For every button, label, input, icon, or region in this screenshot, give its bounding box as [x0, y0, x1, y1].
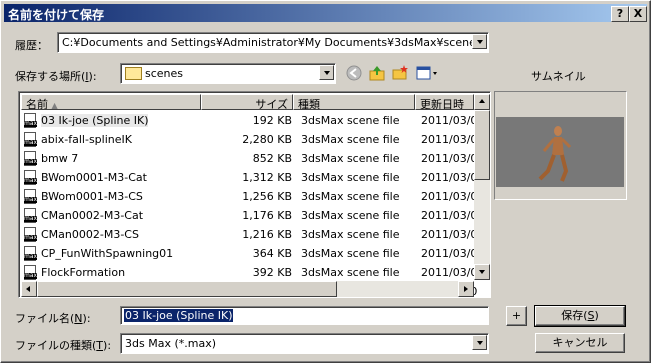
vertical-scrollbar[interactable]	[474, 94, 490, 280]
max-file-icon	[24, 113, 38, 128]
file-type: 3dsMax scene file	[301, 190, 400, 203]
file-size: 2,280 KB	[242, 133, 292, 146]
filetype-combo[interactable]: 3ds Max (*.max)	[120, 333, 489, 354]
save-in-value: scenes	[145, 67, 184, 80]
file-type: 3dsMax scene file	[301, 266, 400, 279]
folder-icon	[125, 67, 142, 80]
file-name: CMan0002-M3-CS	[41, 228, 139, 241]
file-size: 392 KB	[252, 266, 292, 279]
file-name: abix-fall-splineIK	[41, 133, 132, 146]
file-name: CP_FunWithSpawning01	[41, 247, 174, 260]
chevron-down-icon[interactable]	[319, 65, 334, 80]
h-scroll-thumb[interactable]	[37, 281, 337, 297]
save-in-combo[interactable]: scenes	[120, 63, 336, 84]
save-as-dialog: 名前を付けて保存 ? X 履歴： C:¥Documents and Settin…	[0, 0, 651, 363]
scroll-left-arrow[interactable]	[21, 281, 37, 297]
file-size: 192 KB	[252, 114, 292, 127]
view-menu-icon[interactable]	[415, 64, 439, 82]
thumbnail-label: サムネイル	[531, 70, 586, 83]
file-row[interactable]: abix-fall-splineIK 2,280 KB 3dsMax scene f…	[21, 130, 478, 149]
file-row[interactable]: CP_FunWithSpawning01 364 KB 3dsMax scene f…	[21, 244, 478, 263]
file-name: CMan0002-M3-Cat	[41, 209, 144, 222]
file-date: 2011/03/0	[421, 190, 478, 203]
scroll-right-arrow[interactable]	[458, 281, 474, 297]
file-row[interactable]: BWom0001-M3-Cat 1,312 KB 3dsMax scene file…	[21, 168, 478, 187]
filename-input[interactable]: 03 Ik-joe (Spline IK)	[120, 306, 489, 325]
column-header-type[interactable]: 種類	[293, 94, 415, 110]
file-name: BWom0001-M3-Cat	[41, 171, 147, 184]
history-label: 履歴：	[15, 39, 48, 52]
file-row[interactable]: FlockFormation 392 KB 3dsMax scene file 201…	[21, 263, 478, 282]
close-button[interactable]: X	[629, 6, 647, 22]
new-folder-icon[interactable]	[391, 64, 409, 82]
plus-button[interactable]: +	[506, 306, 527, 326]
file-size: 1,256 KB	[242, 190, 292, 203]
scroll-up-arrow[interactable]	[474, 94, 490, 110]
max-file-icon	[24, 132, 38, 147]
file-name: FlockFormation	[41, 266, 126, 279]
max-file-icon	[24, 189, 38, 204]
filetype-value: 3ds Max (*.max)	[125, 337, 216, 350]
file-type: 3dsMax scene file	[301, 247, 400, 260]
file-date: 2011/03/0	[421, 114, 478, 127]
filename-label: ファイル名(N):	[15, 312, 91, 325]
max-file-icon	[24, 170, 38, 185]
file-type: 3dsMax scene file	[301, 114, 400, 127]
file-size: 1,312 KB	[242, 171, 292, 184]
chevron-down-icon[interactable]	[472, 34, 487, 49]
up-folder-icon[interactable]	[368, 64, 386, 82]
character-figure-icon	[538, 126, 572, 182]
max-file-icon	[24, 151, 38, 166]
column-header-size[interactable]: サイズ	[201, 94, 293, 110]
thumbnail-image	[496, 117, 624, 187]
file-type: 3dsMax scene file	[301, 133, 400, 146]
file-date: 2011/03/0	[421, 266, 478, 279]
file-type: 3dsMax scene file	[301, 152, 400, 165]
save-button[interactable]: 保存(S)	[534, 305, 626, 327]
history-value: C:¥Documents and Settings¥Administrator¥…	[62, 36, 482, 49]
scroll-down-arrow[interactable]	[474, 264, 490, 280]
help-button[interactable]: ?	[611, 6, 629, 22]
file-row[interactable]: BWom0001-M3-CS 1,256 KB 3dsMax scene file 2…	[21, 187, 478, 206]
horizontal-scrollbar[interactable]	[21, 281, 474, 297]
file-size: 1,216 KB	[242, 228, 292, 241]
file-type: 3dsMax scene file	[301, 209, 400, 222]
file-date: 2011/03/0	[421, 152, 478, 165]
file-type: 3dsMax scene file	[301, 228, 400, 241]
max-file-icon	[24, 227, 38, 242]
file-date: 2011/03/0	[421, 171, 478, 184]
file-name: 03 Ik-joe (Spline IK)	[41, 114, 149, 127]
file-row[interactable]: bmw 7 852 KB 3dsMax scene file 2011/03/0	[21, 149, 478, 168]
file-size: 852 KB	[252, 152, 292, 165]
file-date: 2011/03/0	[421, 247, 478, 260]
title-bar: 名前を付けて保存 ? X	[4, 4, 647, 22]
file-list[interactable]: 名前 ▲ サイズ 種類 更新日時 03 Ik-joe (Spline IK) 19…	[18, 91, 491, 298]
back-icon[interactable]	[345, 64, 363, 82]
file-date: 2011/03/0	[421, 228, 478, 241]
column-header-name[interactable]: 名前 ▲	[21, 94, 201, 110]
column-header-date[interactable]: 更新日時	[415, 94, 474, 110]
filename-value: 03 Ik-joe (Spline IK)	[124, 309, 234, 322]
max-file-icon	[24, 208, 38, 223]
file-row[interactable]: 03 Ik-joe (Spline IK) 192 KB 3dsMax scene …	[21, 111, 478, 130]
thumbnail-preview	[494, 91, 627, 200]
file-name: bmw 7	[41, 152, 79, 165]
max-file-icon	[24, 265, 38, 280]
file-row[interactable]: CMan0002-M3-Cat 1,176 KB 3dsMax scene file…	[21, 206, 478, 225]
save-in-label: 保存する場所(I):	[15, 70, 97, 83]
file-size: 364 KB	[252, 247, 292, 260]
file-date: 2011/03/0	[421, 133, 478, 146]
file-row[interactable]: CMan0002-M3-CS 1,216 KB 3dsMax scene file 2…	[21, 225, 478, 244]
max-file-icon	[24, 246, 38, 261]
scroll-thumb[interactable]	[474, 110, 490, 180]
history-combo[interactable]: C:¥Documents and Settings¥Administrator¥…	[57, 32, 489, 53]
file-date: 2011/03/0	[421, 209, 478, 222]
file-type: 3dsMax scene file	[301, 171, 400, 184]
file-name: BWom0001-M3-CS	[41, 190, 143, 203]
dialog-title: 名前を付けて保存	[8, 8, 105, 22]
filetype-label: ファイルの種類(T):	[15, 339, 112, 352]
chevron-down-icon[interactable]	[472, 335, 487, 350]
cancel-button[interactable]: キャンセル	[535, 333, 625, 353]
file-size: 1,176 KB	[242, 209, 292, 222]
